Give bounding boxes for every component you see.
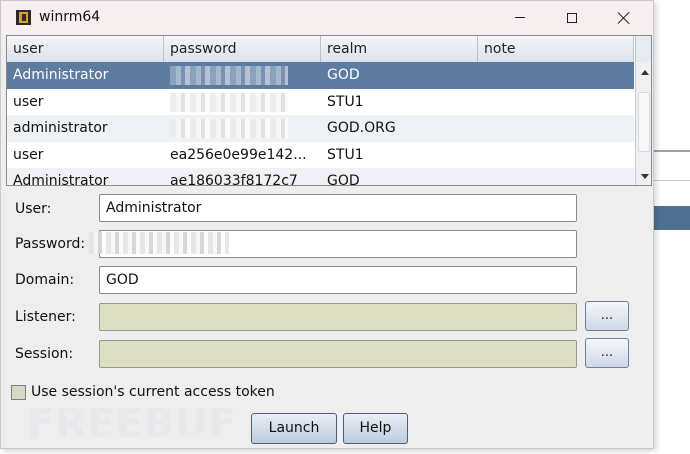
cell-realm: STU1: [327, 93, 364, 110]
column-header-note[interactable]: note: [478, 36, 634, 62]
minimize-icon: [515, 17, 525, 18]
app-icon: [16, 10, 31, 25]
session-field[interactable]: [99, 340, 577, 368]
password-redaction-blur: [89, 232, 229, 254]
cell-user: user: [13, 93, 44, 110]
table-row[interactable]: administrator GOD.ORG: [7, 115, 634, 142]
close-button[interactable]: [601, 1, 647, 34]
freebuf-watermark: FREEBUF: [27, 401, 238, 447]
column-header-user[interactable]: user: [7, 36, 164, 62]
scroll-thumb[interactable]: [638, 92, 650, 152]
winrm64-dialog: winrm64 user password realm note Adminis…: [0, 0, 654, 449]
background-app-strip: [652, 150, 690, 152]
table-row[interactable]: user ea256e0e99e142... STU1: [7, 142, 634, 169]
cell-password-redacted: [164, 115, 321, 141]
redaction-blur: [170, 66, 288, 85]
redaction-blur: [170, 92, 288, 112]
cell-user: Administrator: [13, 173, 109, 186]
table-vertical-scrollbar[interactable]: [635, 62, 651, 185]
listener-field[interactable]: [99, 303, 577, 331]
maximize-icon: [567, 12, 577, 23]
arrow-up-icon: [640, 69, 649, 75]
cell-note: [478, 168, 634, 185]
domain-label: Domain:: [15, 272, 75, 288]
cell-realm: STU1: [327, 146, 364, 163]
table-row[interactable]: user STU1: [7, 89, 634, 116]
listener-browse-button[interactable]: ...: [585, 301, 629, 331]
cell-user: Administrator: [13, 67, 109, 83]
help-button[interactable]: Help: [343, 413, 408, 444]
table-body: Administrator GOD user STU1 administrato…: [7, 62, 634, 186]
cell-realm: GOD.ORG: [327, 120, 396, 136]
background-app-divider: [652, 180, 690, 181]
cell-password-redacted: [164, 89, 321, 115]
session-browse-button[interactable]: ...: [585, 338, 629, 368]
cell-user: administrator: [13, 120, 108, 136]
minimize-button[interactable]: [497, 1, 543, 34]
redaction-blur: [170, 119, 288, 138]
use-session-token-label[interactable]: Use session's current access token: [31, 384, 275, 400]
cell-note: [478, 142, 634, 169]
cell-note: [478, 62, 634, 89]
use-session-token-checkbox[interactable]: [11, 385, 26, 400]
cell-password: ae186033f8172c7: [170, 173, 298, 186]
table-header: user password realm note: [7, 36, 634, 63]
close-icon: [617, 11, 631, 25]
cell-note: [478, 115, 634, 142]
password-label: Password:: [15, 236, 86, 252]
cell-realm: GOD: [327, 67, 360, 83]
launch-button[interactable]: Launch: [251, 413, 337, 444]
scroll-up-button[interactable]: [636, 64, 651, 80]
title-bar[interactable]: winrm64: [1, 1, 653, 34]
user-field[interactable]: [99, 194, 577, 222]
background-app-bar: [652, 206, 690, 230]
session-label: Session:: [15, 346, 74, 362]
table-row[interactable]: Administrator ae186033f8172c7 GOD: [7, 168, 634, 186]
arrow-down-icon: [640, 173, 649, 179]
maximize-button[interactable]: [549, 1, 595, 34]
column-header-password[interactable]: password: [164, 36, 321, 62]
cell-note: [478, 89, 634, 116]
column-header-realm[interactable]: realm: [321, 36, 478, 62]
cell-password: ea256e0e99e142...: [170, 146, 307, 163]
cell-password-redacted: [164, 62, 321, 88]
listener-label: Listener:: [15, 309, 76, 325]
domain-field[interactable]: [99, 266, 577, 294]
cell-realm: GOD: [327, 173, 360, 186]
window-title: winrm64: [39, 9, 101, 25]
cell-user: user: [13, 146, 44, 163]
credentials-table[interactable]: user password realm note Administrator G…: [6, 35, 652, 186]
table-header-corner: [635, 36, 651, 62]
table-row[interactable]: Administrator GOD: [7, 62, 634, 89]
user-label: User:: [15, 201, 52, 217]
scroll-down-button[interactable]: [636, 168, 651, 184]
